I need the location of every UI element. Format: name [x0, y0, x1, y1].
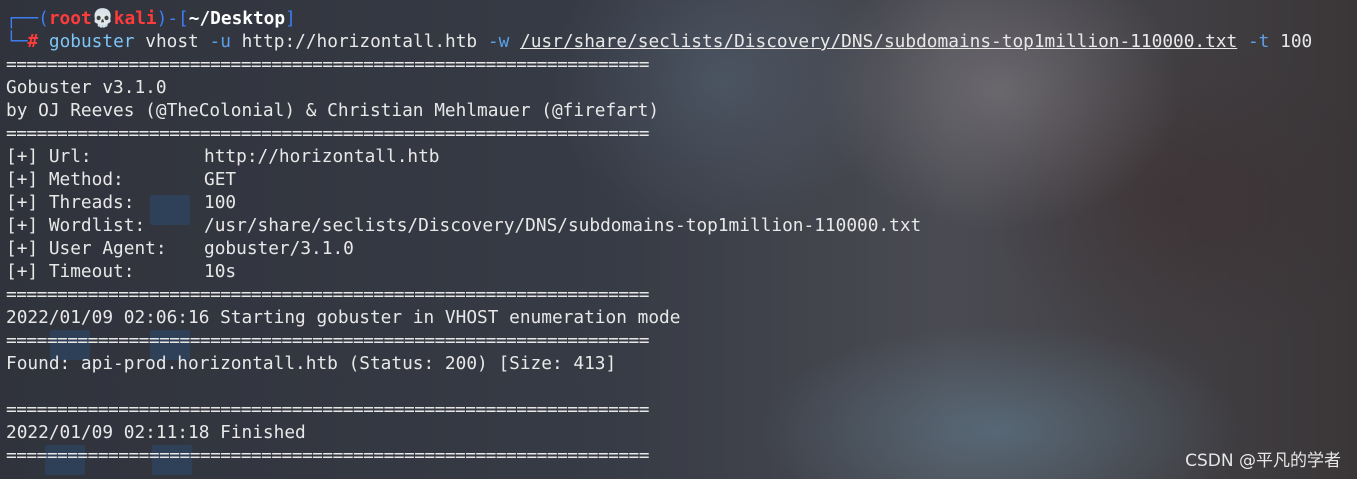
- separator: ========================================…: [6, 123, 649, 144]
- flag-t: -t: [1247, 31, 1270, 52]
- setting-key: [+] User Agent:: [6, 238, 167, 259]
- setting-key: [+] Url:: [6, 146, 92, 167]
- setting-key: [+] Wordlist:: [6, 215, 146, 236]
- command-wordlist-path[interactable]: /usr/share/seclists/Discovery/DNS/subdom…: [520, 31, 1237, 52]
- prompt-line: ┌──(root💀kali)-[~/Desktop]: [6, 7, 1357, 30]
- setting-key: [+] Threads:: [6, 192, 135, 213]
- banner-title: Gobuster v3.1.0: [6, 77, 167, 98]
- prompt-frame: )-[: [156, 8, 189, 29]
- separator: ========================================…: [6, 54, 649, 75]
- prompt-frame: ]: [285, 8, 296, 29]
- separator: ========================================…: [6, 330, 649, 351]
- flag-w: -w: [487, 31, 510, 52]
- found-result: Found: api-prod.horizontall.htb (Status:…: [6, 353, 617, 374]
- setting-value: http://horizontall.htb: [204, 146, 440, 167]
- setting-value: gobuster/3.1.0: [204, 238, 354, 259]
- setting-value: GET: [204, 169, 237, 190]
- setting-timeout: [+] Timeout: 10s: [6, 260, 1357, 283]
- command-name: gobuster: [48, 31, 135, 52]
- separator: ========================================…: [6, 399, 649, 420]
- separator: ========================================…: [6, 284, 649, 305]
- terminal-output[interactable]: ┌──(root💀kali)-[~/Desktop] └─# gobuster …: [6, 7, 1357, 467]
- setting-value: 10s: [204, 261, 237, 282]
- finish-message: 2022/01/09 02:11:18 Finished: [6, 422, 306, 443]
- separator: ========================================…: [6, 445, 649, 466]
- start-message: 2022/01/09 02:06:16 Starting gobuster in…: [6, 307, 681, 328]
- setting-wordlist: [+] Wordlist: /usr/share/seclists/Discove…: [6, 214, 1357, 237]
- setting-key: [+] Timeout:: [6, 261, 135, 282]
- setting-key: [+] Method:: [6, 169, 124, 190]
- command-mode: vhost: [145, 31, 199, 52]
- setting-value: 100: [204, 192, 237, 213]
- prompt-user: root💀kali: [48, 8, 157, 29]
- prompt-frame: ┌──(: [6, 8, 49, 29]
- banner-authors: by OJ Reeves (@TheColonial) & Christian …: [6, 100, 660, 121]
- setting-value: /usr/share/seclists/Discovery/DNS/subdom…: [204, 215, 922, 236]
- watermark: CSDN @平凡的学者: [1185, 451, 1341, 471]
- prompt-frame: └─: [6, 31, 28, 52]
- setting-url: [+] Url: http://horizontall.htb: [6, 145, 1357, 168]
- command-url: http://horizontall.htb: [241, 31, 478, 52]
- setting-user-agent: [+] User Agent: gobuster/3.1.0: [6, 237, 1357, 260]
- setting-method: [+] Method: GET: [6, 168, 1357, 191]
- prompt-hash: #: [27, 31, 39, 52]
- flag-u: -u: [209, 31, 231, 52]
- prompt-directory: ~/Desktop: [188, 8, 286, 29]
- setting-threads: [+] Threads: 100: [6, 191, 1357, 214]
- command-line[interactable]: └─# gobuster vhost -u http://horizontall…: [6, 30, 1357, 53]
- command-threads: 100: [1280, 31, 1313, 52]
